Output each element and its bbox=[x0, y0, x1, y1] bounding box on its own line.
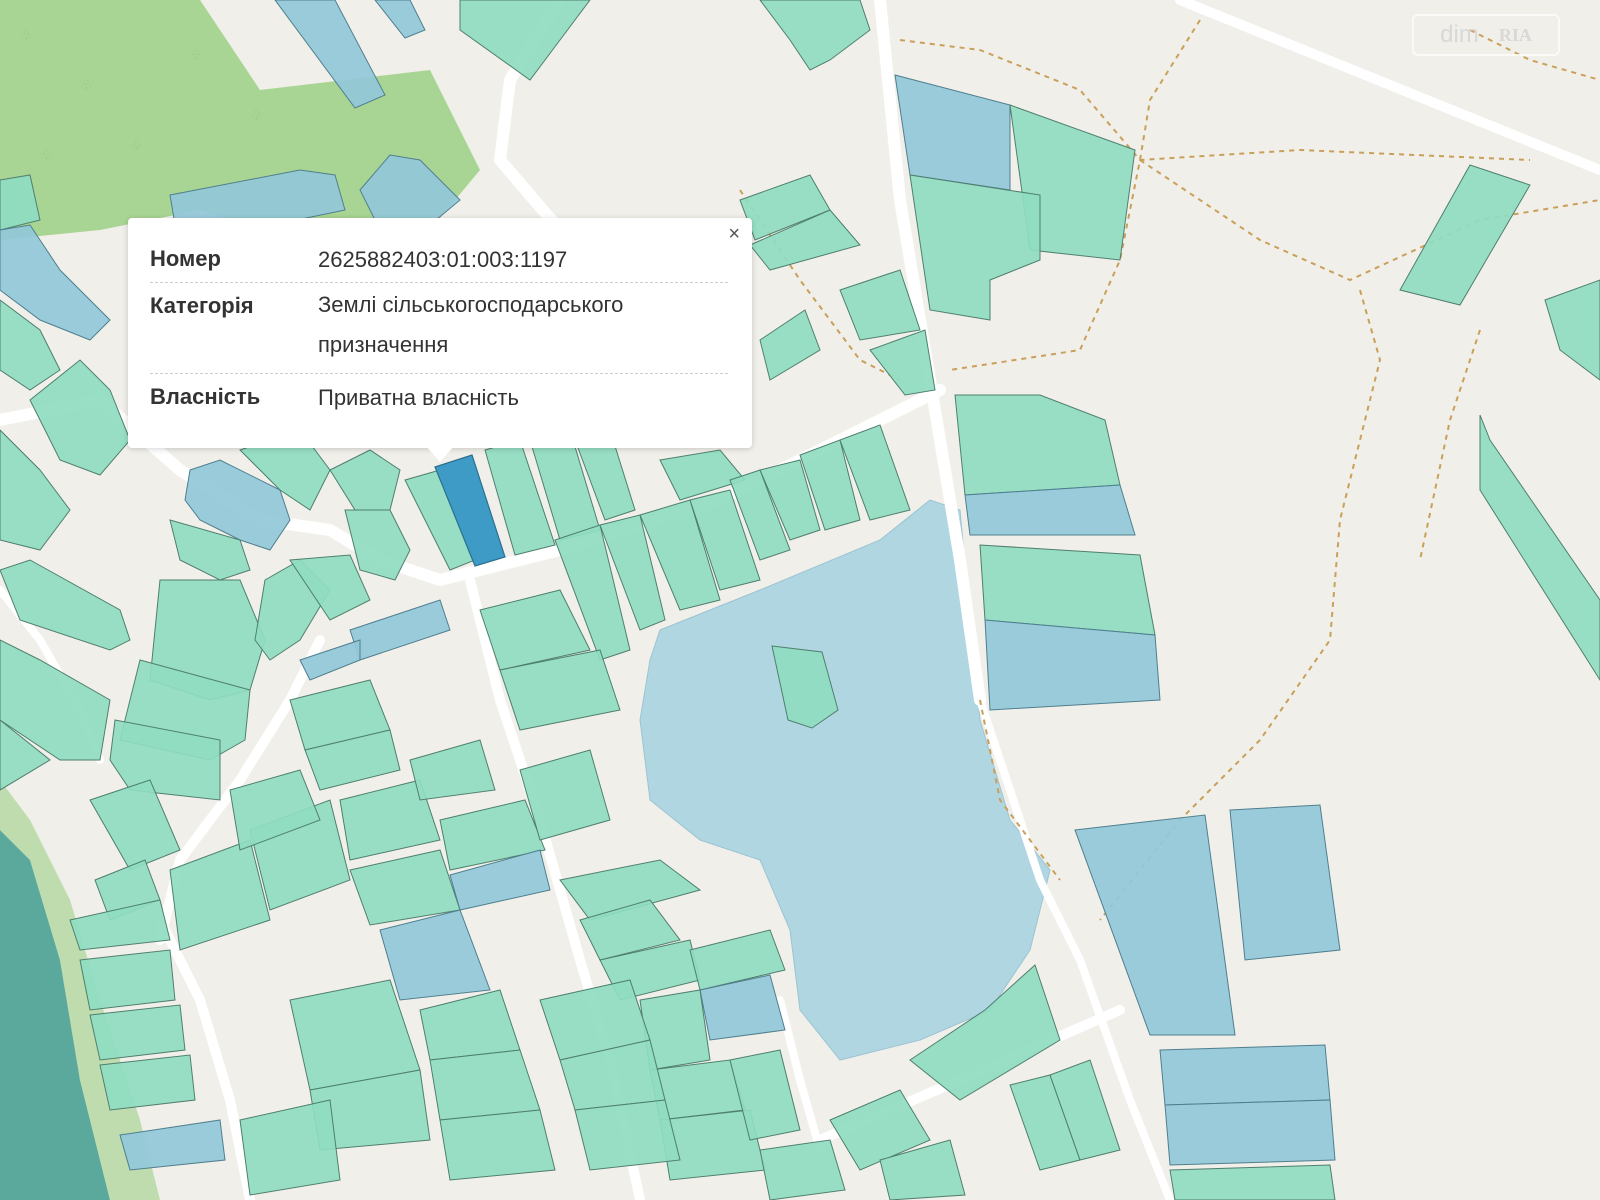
svg-text:♧: ♧ bbox=[130, 137, 143, 153]
cadastral-map[interactable]: ♧ ♧ ♧ ♧ ♧ ♧ × Номер 2625882403:01:003:11… bbox=[0, 0, 1600, 1200]
category-label: Категорія bbox=[150, 293, 254, 318]
svg-text:♧: ♧ bbox=[20, 27, 33, 43]
watermark-logo: dim RIA bbox=[1412, 14, 1560, 56]
svg-text:♧: ♧ bbox=[80, 77, 93, 93]
svg-text:♧: ♧ bbox=[40, 147, 53, 163]
popup-pointer bbox=[426, 446, 454, 462]
svg-text:♧: ♧ bbox=[250, 107, 263, 123]
watermark-left: dim bbox=[1440, 21, 1479, 48]
number-label: Номер bbox=[150, 246, 221, 271]
watermark-right: RIA bbox=[1498, 24, 1532, 45]
popup-row-category: Категорія Землі сільськогосподарського п… bbox=[150, 283, 728, 374]
ownership-label: Власність bbox=[150, 384, 261, 409]
svg-text:♧: ♧ bbox=[190, 47, 203, 63]
ownership-value: Приватна власність bbox=[318, 385, 519, 410]
popup-row-ownership: Власність Приватна власність bbox=[150, 374, 728, 420]
cadastral-number[interactable]: 2625882403:01:003:1197 bbox=[318, 246, 728, 274]
close-icon[interactable]: × bbox=[728, 224, 740, 244]
parcel-info-popup: × Номер 2625882403:01:003:1197 Категорія… bbox=[128, 218, 752, 448]
category-value: Землі сільськогосподарського призначення bbox=[318, 292, 624, 357]
popup-row-number: Номер 2625882403:01:003:1197 bbox=[150, 236, 728, 283]
map-canvas[interactable]: ♧ ♧ ♧ ♧ ♧ ♧ bbox=[0, 0, 1600, 1200]
